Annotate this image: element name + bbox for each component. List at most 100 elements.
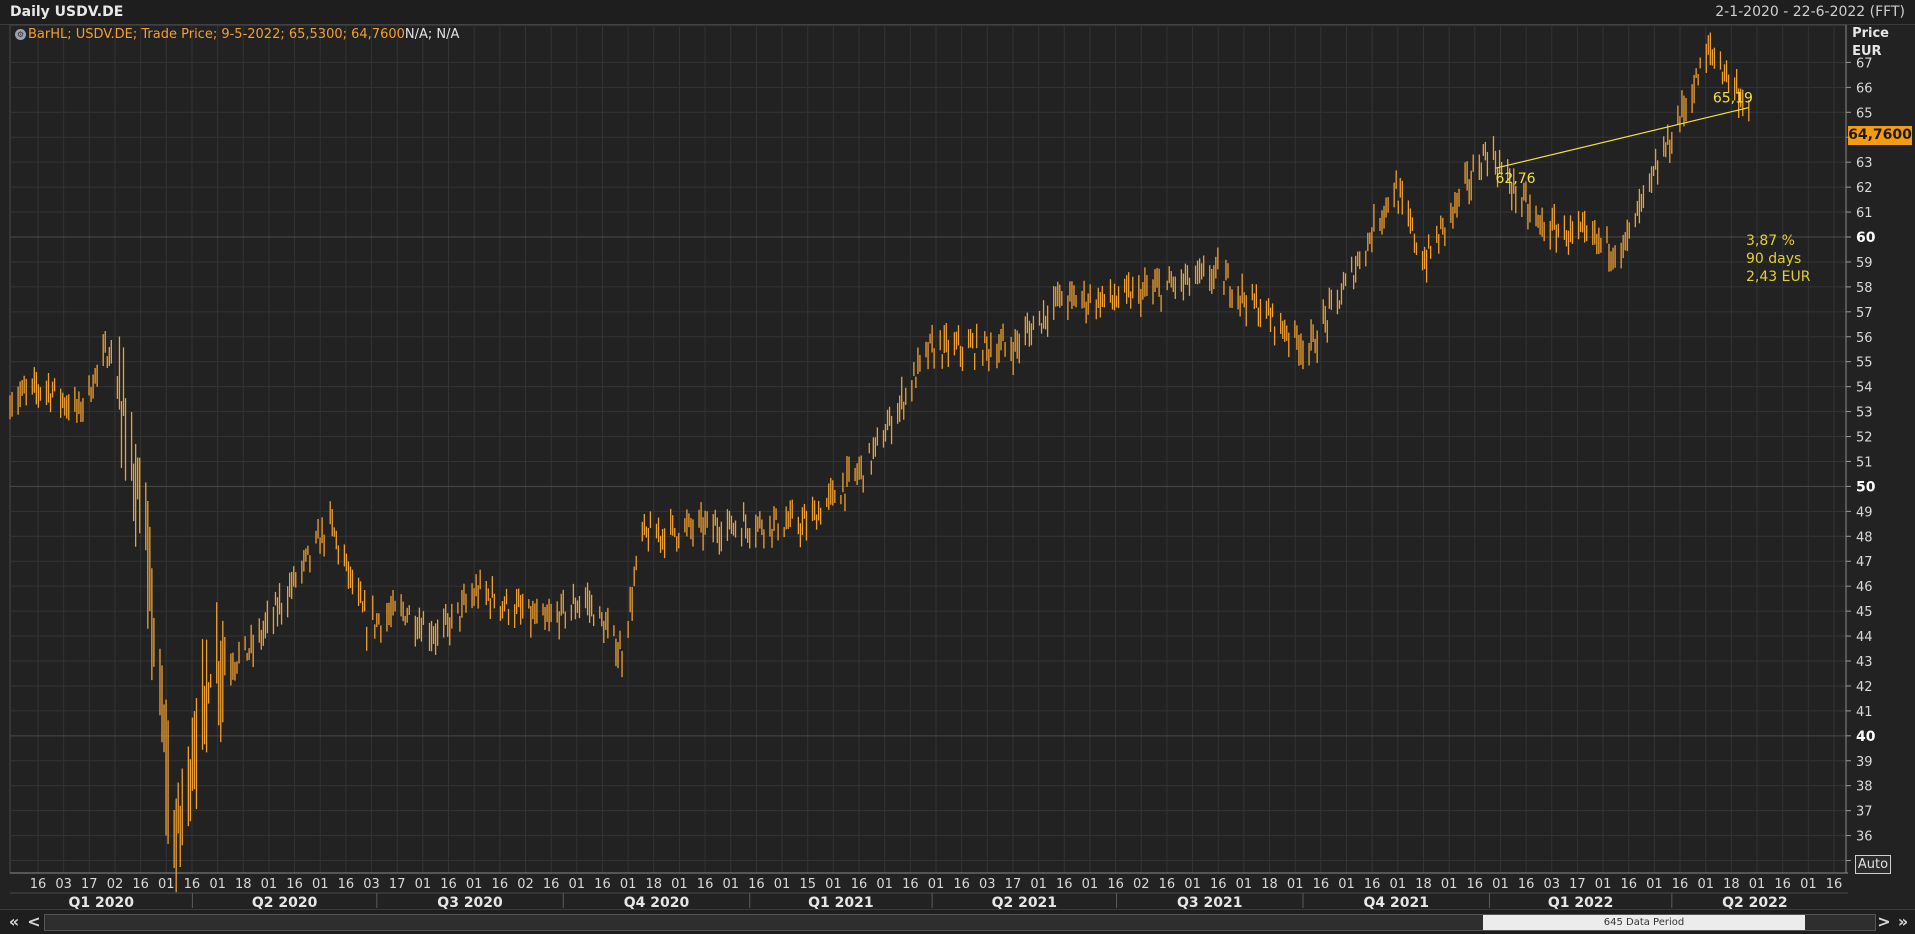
x-tick-label: 16 [1826,877,1843,892]
x-tick-label: 03 [1543,877,1560,892]
x-tick-label: 16 [440,877,457,892]
x-tick-label: 01 [825,877,842,892]
price-axis-title: Price EUR [1852,25,1889,61]
x-tick-label: 16 [1467,877,1484,892]
x-tick-label: 16 [1672,877,1689,892]
y-tick-label: 46 [1856,580,1873,595]
x-tick-label: 18 [1261,877,1278,892]
y-tick-label: 59 [1856,256,1873,271]
y-tick-label: 50 [1856,479,1876,495]
scroll-prev-button[interactable]: < [26,912,42,932]
legend-na: N/A; N/A [404,27,460,42]
x-tick-label: 02 [517,877,534,892]
x-tick-label: 17 [1005,877,1022,892]
x-tick-label: 17 [81,877,98,892]
x-tick-label: 02 [107,877,124,892]
y-tick-label: 40 [1856,729,1876,745]
x-tick-label: 01 [928,877,945,892]
x-tick-label: 16 [1056,877,1073,892]
x-tick-label: 01 [1441,877,1458,892]
y-tick-label: 65 [1856,106,1873,121]
x-tick-label: 16 [184,877,201,892]
x-tick-label: 16 [132,877,149,892]
x-tick-label: 01 [1184,877,1201,892]
x-tick-label: 01 [774,877,791,892]
y-tick-label: 56 [1856,331,1873,346]
x-tick-label: 01 [1492,877,1509,892]
x-tick-label: 18 [1415,877,1432,892]
y-tick-label: 52 [1856,431,1873,446]
x-tick-label: 01 [1749,877,1766,892]
x-tick-label: 16 [1774,877,1791,892]
trend-change-abs: 2,43 EUR [1746,269,1811,285]
y-tick-label: 57 [1856,306,1873,321]
plot-area [9,24,1847,874]
y-tick-label: 39 [1856,755,1873,770]
y-tick-label: 55 [1856,356,1873,371]
x-tick-label: 01 [1030,877,1047,892]
trend-period: 90 days [1746,251,1802,267]
x-tick-label: 16 [902,877,919,892]
x-tick-label: 17 [1569,877,1586,892]
scroll-thumb[interactable]: 645 Data Period [1483,915,1805,930]
y-tick-label: 41 [1856,705,1873,720]
y-tick-label: 53 [1856,406,1873,421]
price-axis-label: Price [1852,26,1889,41]
x-tick-label: 01 [569,877,586,892]
x-tick-label: 16 [594,877,611,892]
x-tick-label: 01 [620,877,637,892]
legend-values: BarHL; USDV.DE; Trade Price; 9-5-2022; 6… [28,27,405,42]
y-tick-label: 37 [1856,805,1873,820]
x-tick-label: 16 [1620,877,1637,892]
y-tick-label: 61 [1856,206,1873,221]
x-tick-label: 18 [645,877,662,892]
series-settings-icon[interactable]: ⚙ [15,29,26,40]
x-tick-label: 01 [1338,877,1355,892]
x-tick-label: 01 [671,877,688,892]
x-tick-label: 16 [1518,877,1535,892]
x-tick-label: 16 [492,877,509,892]
scroll-last-button[interactable]: » [1893,912,1913,932]
x-tick-label: 16 [953,877,970,892]
y-tick-label: 60 [1856,230,1876,246]
x-tick-label: 15 [799,877,816,892]
y-tick-label: 36 [1856,830,1873,845]
y-tick-label: 51 [1856,455,1873,470]
scroll-track[interactable]: 645 Data Period [44,914,1876,931]
x-tick-label: 01 [1082,877,1099,892]
y-tick-label: 42 [1856,680,1873,695]
x-tick-label: 01 [1595,877,1612,892]
y-tick-label: 38 [1856,780,1873,795]
x-tick-label: 16 [1107,877,1124,892]
x-tick-label: 01 [1390,877,1407,892]
x-tick-label: 01 [1646,877,1663,892]
x-tick-label: 16 [1364,877,1381,892]
navigation-bar: « < 645 Data Period > » [0,909,1915,934]
x-tick-label: 01 [1697,877,1714,892]
series-legend[interactable]: ⚙ BarHL; USDV.DE; Trade Price; 9-5-2022; … [15,27,459,42]
x-tick-label: 18 [1723,877,1740,892]
auto-scale-button[interactable]: Auto [1855,855,1891,874]
scroll-first-button[interactable]: « [4,912,24,932]
x-tick-label: 01 [722,877,739,892]
trend-change-pct: 3,87 % [1746,233,1795,249]
scroll-next-button[interactable]: > [1876,912,1892,932]
y-tick-label: 47 [1856,555,1873,570]
y-tick-label: 63 [1856,156,1873,171]
x-tick-label: 01 [415,877,432,892]
y-tick-label: 62 [1856,181,1873,196]
x-tick-label: 01 [158,877,175,892]
x-tick-label: 01 [1236,877,1253,892]
x-tick-label: 03 [55,877,72,892]
trendline-start-label: 62,76 [1496,171,1536,187]
price-chart[interactable]: 16 03 17 02 16 01 16 01 18 01 16 01 16 03 17 01 16 01 16 02… [0,0,1915,934]
x-tick-label: 01 [1287,877,1304,892]
x-tick-label: 03 [979,877,996,892]
last-price-badge: 64,7600 [1848,126,1912,145]
y-tick-label: 44 [1856,630,1873,645]
x-tick-label: 16 [543,877,560,892]
x-tick-label: 01 [466,877,483,892]
x-tick-label: 02 [1133,877,1150,892]
x-tick-label: 16 [286,877,303,892]
y-tick-label: 45 [1856,605,1873,620]
